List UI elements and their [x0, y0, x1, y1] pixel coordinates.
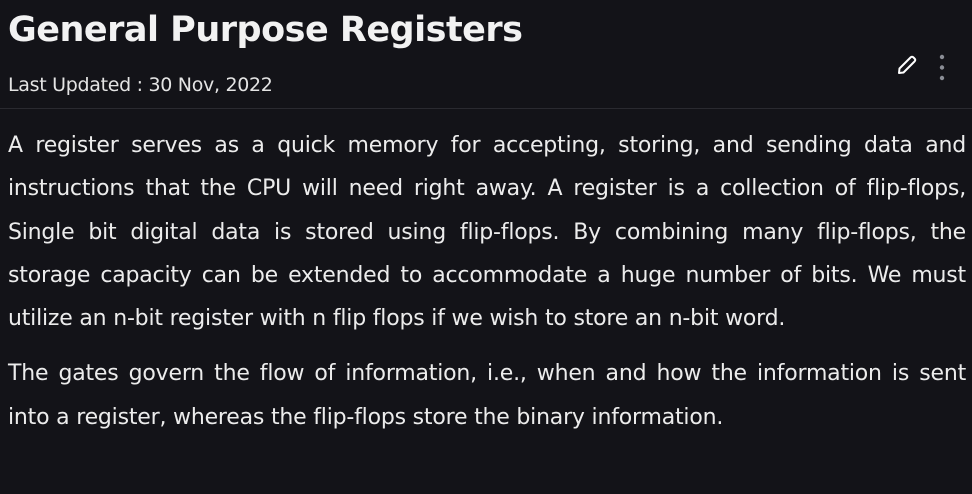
article-body: A register serves as a quick memory for …	[0, 124, 972, 439]
article-header: General Purpose Registers Last Updated :…	[0, 0, 972, 109]
paragraph: A register serves as a quick memory for …	[8, 133, 966, 332]
pencil-icon[interactable]	[896, 54, 918, 76]
page-title: General Purpose Registers	[8, 10, 523, 50]
more-vertical-icon[interactable]	[934, 54, 950, 82]
paragraph: The gates govern the flow of information…	[8, 361, 966, 430]
last-updated: Last Updated : 30 Nov, 2022	[8, 74, 273, 96]
